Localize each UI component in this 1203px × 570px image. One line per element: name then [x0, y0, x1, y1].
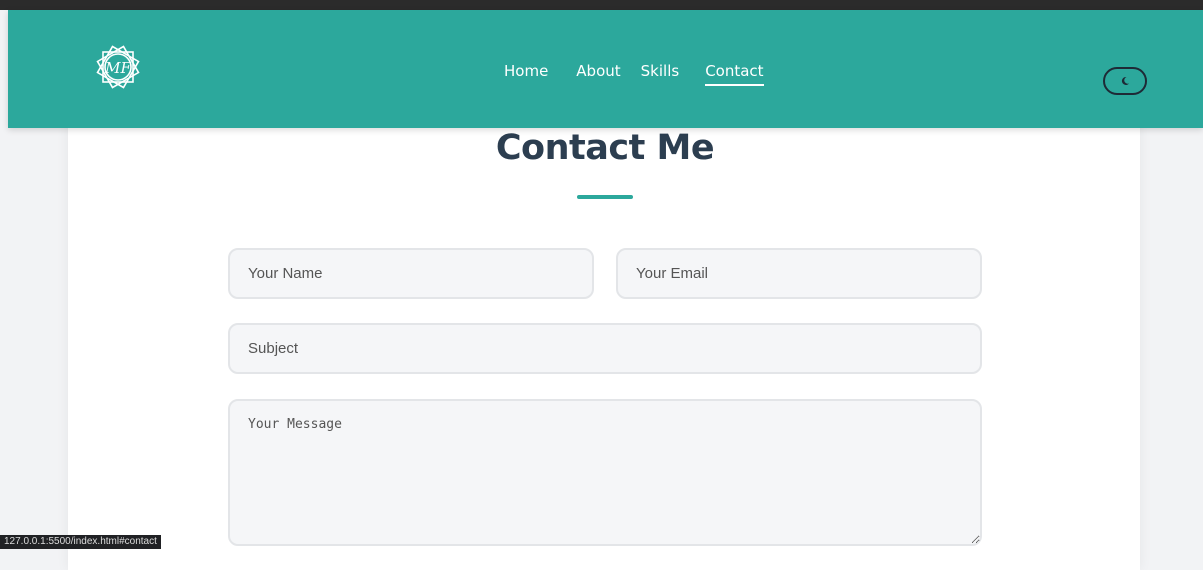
subject-input[interactable] — [228, 323, 982, 374]
main-nav: Home About Skills Contact — [504, 62, 764, 86]
email-input[interactable] — [616, 248, 982, 299]
moon-icon — [1121, 76, 1129, 85]
mf-logo-icon[interactable]: MF — [88, 37, 148, 97]
nav-link-about[interactable]: About — [576, 62, 620, 86]
nav-link-skills[interactable]: Skills — [641, 62, 680, 86]
message-textarea[interactable] — [228, 399, 982, 546]
title-underline — [577, 195, 633, 199]
navbar: MF Home About Skills Contact — [8, 10, 1203, 128]
theme-toggle-button[interactable] — [1103, 67, 1147, 95]
window-top-border — [0, 0, 1203, 10]
svg-text:MF: MF — [104, 59, 131, 77]
name-input[interactable] — [228, 248, 594, 299]
section-title: Contact Me — [495, 128, 715, 168]
browser-status-url: 127.0.0.1:5500/index.html#contact — [0, 535, 161, 549]
nav-link-home[interactable]: Home — [504, 62, 548, 86]
nav-link-contact[interactable]: Contact — [705, 62, 764, 86]
